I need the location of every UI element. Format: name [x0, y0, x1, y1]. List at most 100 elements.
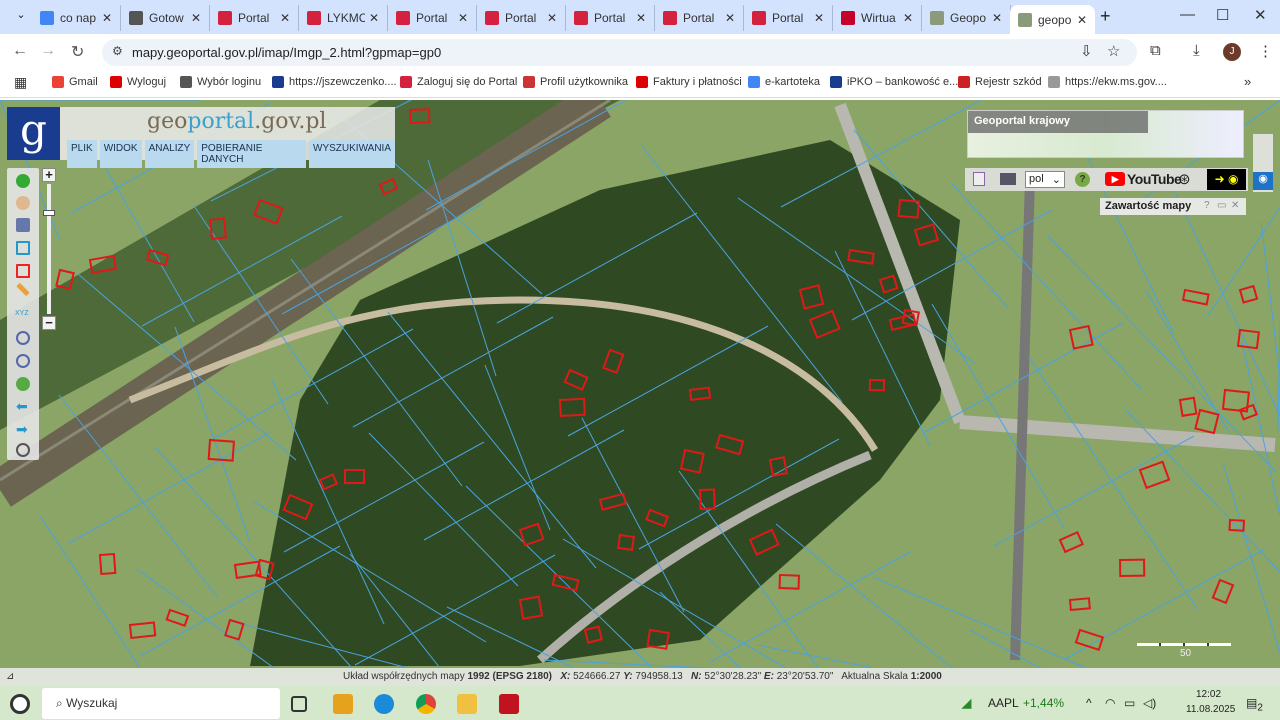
close-window-button[interactable]: ✕	[1254, 6, 1267, 24]
chrome-icon[interactable]	[416, 694, 436, 714]
wms-icon[interactable]	[1000, 173, 1016, 185]
menu-pobieranie-danych[interactable]: POBIERANIE DANYCH	[197, 140, 307, 168]
bookmark-star-icon[interactable]: ☆	[1107, 42, 1120, 60]
clock-date[interactable]: 11.08.2025	[1186, 704, 1235, 715]
tab-close-icon[interactable]: ✕	[1077, 13, 1087, 27]
menu-wyszukiwania[interactable]: WYSZUKIWANIA	[309, 140, 395, 168]
identify-icon[interactable]	[16, 196, 30, 210]
tab-close-icon[interactable]: ✕	[547, 11, 557, 25]
volume-icon[interactable]: ◁)	[1143, 696, 1156, 710]
start-icon[interactable]	[10, 694, 30, 714]
tab[interactable]: Portal ✕	[210, 5, 299, 31]
tab[interactable]: Portal ✕	[566, 5, 655, 31]
zoom-thumb[interactable]	[43, 210, 55, 216]
zoom-plus-button[interactable]: +	[42, 168, 56, 182]
tab[interactable]: Portal ✕	[477, 5, 566, 31]
tab[interactable]: Geopo ✕	[922, 5, 1011, 31]
tab[interactable]: Wirtua ✕	[833, 5, 922, 31]
tab-close-icon[interactable]: ✕	[725, 11, 735, 25]
zoom-track[interactable]	[47, 184, 51, 314]
bookmark-item[interactable]: Gmail	[52, 76, 98, 88]
more-bookmarks-icon[interactable]: »	[1244, 74, 1251, 89]
maximize-button[interactable]: ☐	[1216, 6, 1229, 24]
zoom-in-icon[interactable]	[16, 331, 30, 345]
tab-close-icon[interactable]: ✕	[102, 11, 112, 25]
tab-close-icon[interactable]: ✕	[458, 11, 468, 25]
select-red-icon[interactable]	[16, 264, 30, 278]
tab[interactable]: LYKMC ✕	[299, 5, 388, 31]
bookmark-item[interactable]: Wyloguj	[110, 76, 166, 88]
tab-close-icon[interactable]: ✕	[814, 11, 824, 25]
tab[interactable]: Portal ✕	[388, 5, 477, 31]
panel-close-icon[interactable]: ✕	[1231, 200, 1239, 211]
apps-icon[interactable]: ▦	[14, 74, 27, 91]
xyz-icon[interactable]: XYZ	[15, 310, 31, 324]
zoom-out-icon[interactable]	[16, 354, 30, 368]
install-app-icon[interactable]: ⇩	[1080, 42, 1093, 60]
bookmark-item[interactable]: Rejestr szkód	[958, 76, 1042, 88]
bookmark-item[interactable]: Zaloguj się do Portal	[400, 76, 517, 88]
document-icon[interactable]	[973, 172, 985, 186]
acrobat-icon[interactable]	[499, 694, 519, 714]
map-canvas[interactable]: g geoportal.gov.pl PLIK WIDOK ANALIZY PO…	[0, 100, 1280, 668]
site-info-icon[interactable]: ⚙	[112, 44, 123, 58]
reload-button[interactable]: ↻	[71, 42, 84, 62]
url-field[interactable]: ⚙ mapy.geoportal.gov.pl/imap/Imgp_2.html…	[102, 39, 1137, 66]
clock-time[interactable]: 12:02	[1196, 689, 1221, 700]
geoportal-logo[interactable]: g	[7, 107, 60, 160]
profile-avatar[interactable]: J	[1223, 43, 1241, 61]
panel-maximize-icon[interactable]: ▭	[1217, 200, 1226, 211]
bookmark-item[interactable]: e-kartoteka	[748, 76, 820, 88]
new-tab-button[interactable]: +	[1100, 6, 1111, 27]
zoom-minus-button[interactable]: −	[42, 316, 56, 330]
legend-icon[interactable]	[16, 218, 30, 232]
extensions-icon[interactable]: ⧉	[1150, 42, 1161, 59]
file-explorer-icon[interactable]	[457, 694, 477, 714]
menu-analizy[interactable]: ANALIZY	[144, 140, 195, 168]
tab[interactable]: geopo ✕	[1010, 5, 1095, 34]
bookmark-item[interactable]: https://ekw.ms.gov....	[1048, 76, 1167, 88]
wifi-icon[interactable]: ◠	[1105, 696, 1115, 710]
tab-close-icon[interactable]: ✕	[369, 11, 379, 25]
menu-icon[interactable]: ⋮	[1258, 42, 1273, 60]
tab-close-icon[interactable]: ✕	[992, 11, 1002, 25]
bookmark-item[interactable]: iPKO – bankowość e...	[830, 76, 958, 88]
help-icon[interactable]: ?	[1075, 172, 1090, 187]
tray-chevron-icon[interactable]: ^	[1086, 696, 1092, 710]
tab-close-icon[interactable]: ✕	[903, 11, 913, 25]
full-extent-icon[interactable]	[16, 377, 30, 391]
forward-arrow-icon[interactable]: ➡	[16, 422, 30, 437]
outlook-icon[interactable]	[333, 694, 353, 714]
tab-close-icon[interactable]: ✕	[636, 11, 646, 25]
tab[interactable]: co nap ✕	[32, 5, 121, 31]
select-area-icon[interactable]	[16, 241, 30, 255]
tab-search-chevron-icon[interactable]: ⌄	[10, 8, 32, 26]
tab-close-icon[interactable]: ✕	[280, 11, 290, 25]
language-select[interactable]: pol ⌄	[1025, 171, 1065, 188]
downloads-icon[interactable]: ⤓	[1193, 42, 1200, 59]
back-arrow-icon[interactable]: ⬅	[16, 399, 30, 414]
contrast-toggle-icon[interactable]: ➜ ◉	[1207, 169, 1246, 190]
panel-help-icon[interactable]: ?	[1204, 200, 1210, 211]
minimize-button[interactable]: —	[1180, 6, 1195, 23]
menu-widok[interactable]: WIDOK	[99, 140, 142, 168]
notifications-icon[interactable]: ▤2	[1246, 696, 1263, 713]
pencil-icon[interactable]	[16, 282, 30, 297]
bookmark-item[interactable]: https://jszewczenko....	[272, 76, 397, 88]
pan-icon[interactable]	[16, 443, 30, 457]
edge-icon[interactable]	[374, 694, 394, 714]
map-contents-panel[interactable]: Zawartość mapy ? ▭ ✕	[1100, 198, 1246, 215]
tab[interactable]: Gotow ✕	[121, 5, 210, 31]
info-icon[interactable]	[16, 174, 30, 188]
taskbar-search[interactable]: ⌕ Wyszukaj	[42, 688, 280, 719]
tab[interactable]: Portal ✕	[655, 5, 744, 31]
forward-button[interactable]: →	[40, 42, 56, 60]
bookmark-item[interactable]: Profil użytkownika	[523, 76, 628, 88]
tab-close-icon[interactable]: ✕	[191, 11, 201, 25]
battery-icon[interactable]: ▭	[1124, 696, 1135, 710]
back-button[interactable]: ←	[12, 42, 28, 60]
bookmark-item[interactable]: Faktury i płatności	[636, 76, 742, 88]
tab[interactable]: Portal ✕	[744, 5, 833, 31]
accessibility-icon[interactable]: ⊛	[1178, 170, 1191, 188]
status-toggle-icon[interactable]: ⊿	[6, 671, 14, 682]
